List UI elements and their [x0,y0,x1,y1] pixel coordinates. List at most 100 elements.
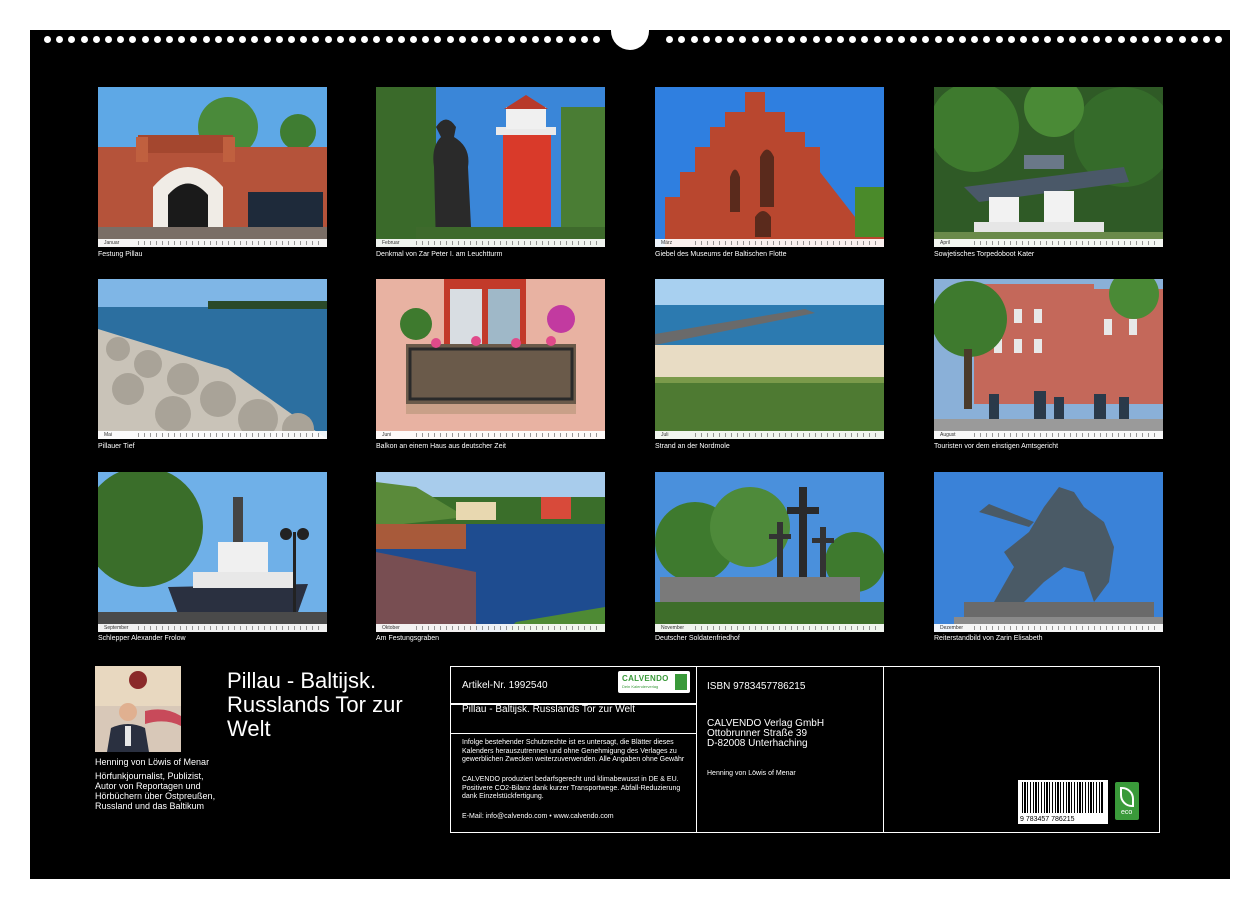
binding-hole [1178,36,1186,43]
binding-hole [959,36,966,43]
binding-hole [910,36,918,43]
binding-hole [1166,36,1174,43]
month-label: Februar [382,240,400,246]
binding-hole [422,36,430,43]
binding-hole [1215,36,1223,43]
binding-hole [56,36,64,43]
binding-hole [678,36,686,43]
month-label: Juni [382,432,392,438]
binding-hole [227,36,234,43]
binding-hole [568,36,576,43]
binding-hole [861,36,869,43]
calendar-title: Pillau - Baltijsk. Russlands Tor zur Wel… [227,668,403,741]
binding-hole [1203,36,1210,43]
logo-subtext: Dein Kalenderverlag [622,684,659,689]
binding-hole [776,36,783,43]
binding-hole [129,36,137,43]
binding-hole [68,36,76,43]
article-number: Artikel-Nr. 1992540 [462,680,548,691]
month-caption: Touristen vor dem einstigen Amtsgericht [934,443,1059,450]
binding-hole [532,36,539,43]
binding-hole [1142,36,1149,43]
binding-hole [934,36,942,43]
binding-hole [373,36,381,43]
binding-hole [922,36,930,43]
binding-hole [1081,36,1088,43]
binding-hole [1154,36,1162,43]
binding-hole [458,36,466,43]
binding-hole [153,36,161,43]
month-caption: Am Festungsgraben [376,635,440,642]
month-caption: Reiterstandbild von Zarin Elisabeth [934,635,1043,642]
month-photo-september: September [98,472,327,632]
binding-hole [800,36,808,43]
binding-hole [495,36,503,43]
binding-hole [1056,36,1064,43]
binding-hole [263,36,271,43]
binding-hole [178,36,186,43]
calvendo-logo: CALVENDO Dein Kalenderverlag [618,671,690,693]
binding-hole [44,36,51,43]
month-caption: Strand an der Nordmole [655,443,730,450]
binding-hole [141,36,149,43]
eco-badge-label: eco [1121,809,1133,816]
binding-hole [1129,36,1137,43]
isbn-barcode: 9 783457 786215 [1018,780,1108,824]
binding-hole [666,36,674,43]
month-photo-februar: Februar [376,87,605,247]
binding-hole [214,36,222,43]
month-photo-januar: Januar [98,87,327,247]
binding-hole [593,36,600,43]
binding-hole [885,36,893,43]
binding-hole [471,36,478,43]
month-caption: Pillauer Tief [98,443,135,450]
binding-hole [971,36,979,43]
binding-hole [275,36,283,43]
author-portrait [95,666,181,752]
month-label: September [104,625,129,631]
binding-hole [397,36,405,43]
binding-hole [361,36,369,43]
logo-mark-icon [675,674,687,690]
binding-hole [1093,36,1101,43]
binding-hole [1032,36,1040,43]
month-caption: Sowjetisches Torpedoboot Kater [934,251,1035,258]
month-label: Mai [104,432,113,438]
month-photo-maerz: März [655,87,884,247]
binding-hole [727,36,735,43]
month-photo-dezember: Dezember [934,472,1163,632]
binding-hole [288,36,295,43]
binding-hole [92,36,100,43]
month-photo-juni: Juni [376,279,605,439]
month-label: Dezember [940,625,964,631]
eco-badge: eco [1115,782,1139,820]
calendar-back-sheet: Januar Festung Pillau Februar Denkmal vo… [30,16,1230,879]
binding-hole [544,36,552,43]
binding-hole [80,36,88,43]
month-photo-november: November [655,472,884,632]
month-label: April [940,240,951,246]
binding-hole [690,36,698,43]
author-credit: Henning von Löwis of Menar [707,770,796,777]
binding-hole [239,36,247,43]
month-caption: Giebel des Museums der Baltischen Flotte [655,251,787,258]
binding-hole [446,36,454,43]
binding-hole [556,36,564,43]
binding-hole [507,36,515,43]
binding-hole [483,36,491,43]
binding-hole [519,36,527,43]
month-caption: Balkon an einem Haus aus deutscher Zeit [376,443,506,450]
binding-hole [324,36,332,43]
binding-hole [385,36,393,43]
binding-hole [751,36,759,43]
month-caption: Deutscher Soldatenfriedhof [655,635,740,642]
binding-hole [312,36,320,43]
binding-hole [983,36,991,43]
barcode-number: 9 783457 786215 [1020,816,1075,823]
month-label: März [661,240,673,246]
isbn: ISBN 9783457786215 [707,681,806,692]
month-caption: Festung Pillau [98,251,143,258]
binding-hole [336,36,344,43]
eco-note: CALVENDO produziert bedarfsgerecht und k… [462,776,681,800]
binding-hole [1190,36,1198,43]
